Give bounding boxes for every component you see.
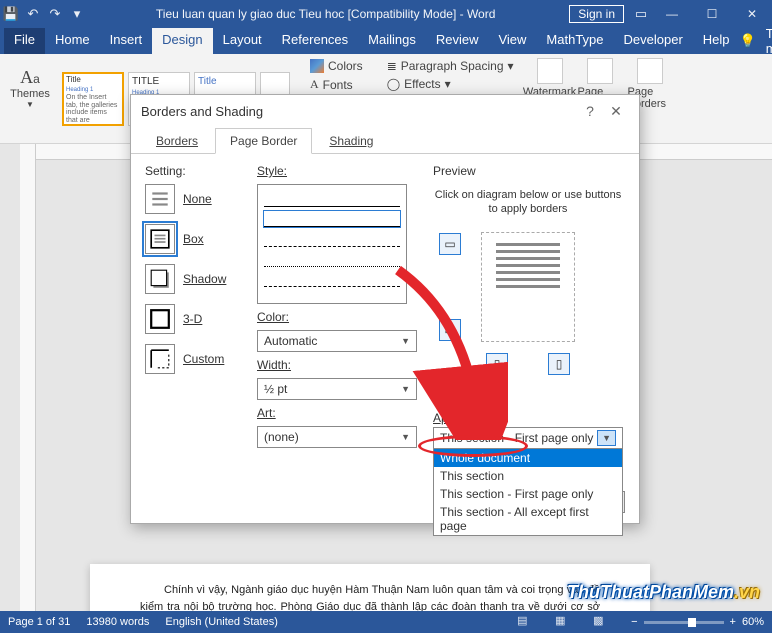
- shadow-icon: [145, 264, 175, 294]
- watermark-button[interactable]: Watermark: [528, 58, 572, 98]
- border-right-button[interactable]: ▯: [548, 353, 570, 375]
- tab-view[interactable]: View: [488, 28, 536, 54]
- themes-icon: Aa: [20, 67, 40, 88]
- maximize-button[interactable]: ☐: [692, 0, 732, 28]
- apply-option-all-except-first[interactable]: This section - All except first page: [434, 503, 622, 535]
- none-icon: [145, 184, 175, 214]
- read-mode-icon[interactable]: ▤: [517, 614, 539, 630]
- zoom-slider[interactable]: − + 60%: [631, 616, 764, 628]
- preview-page[interactable]: [481, 232, 575, 342]
- apply-option-this-section[interactable]: This section: [434, 467, 622, 485]
- apply-option-first-page-only[interactable]: This section - First page only: [434, 485, 622, 503]
- width-dropdown[interactable]: ½ pt▼: [257, 378, 417, 400]
- redo-icon[interactable]: ↷: [44, 6, 66, 22]
- colors-icon: [310, 59, 324, 73]
- tab-references[interactable]: References: [272, 28, 358, 54]
- tab-home[interactable]: Home: [45, 28, 100, 54]
- tab-borders[interactable]: Borders: [141, 128, 213, 154]
- borders-shading-dialog: Borders and Shading ? ✕ Borders Page Bor…: [130, 94, 640, 524]
- tab-page-border[interactable]: Page Border: [215, 128, 312, 154]
- fonts-button[interactable]: AFonts: [306, 76, 367, 93]
- word-count[interactable]: 13980 words: [86, 616, 149, 628]
- preview-hint: Click on diagram below or use buttons to…: [433, 188, 623, 217]
- border-bottom-button[interactable]: ▭: [439, 319, 461, 341]
- style-listbox[interactable]: [257, 184, 407, 304]
- art-label: Art:: [257, 406, 417, 420]
- colors-button[interactable]: Colors: [306, 58, 367, 74]
- paragraph-1: Chính vì vậy, Ngành giáo dục huyện Hàm T…: [140, 582, 600, 611]
- preview-diagram[interactable]: ▭ ▭: [433, 227, 623, 347]
- sign-in-button[interactable]: Sign in: [569, 5, 624, 23]
- tab-layout[interactable]: Layout: [213, 28, 272, 54]
- qat-dropdown-icon[interactable]: ▾: [66, 6, 88, 22]
- apply-to-dropdown[interactable]: This section - First page only▼: [433, 427, 623, 449]
- close-button[interactable]: ✕: [732, 0, 772, 28]
- setting-none[interactable]: None: [145, 184, 241, 214]
- dialog-tabs: Borders Page Border Shading: [131, 127, 639, 154]
- style-label: Style:: [257, 164, 417, 178]
- tab-mathtype[interactable]: MathType: [536, 28, 613, 54]
- title-bar: 💾 ↶ ↷ ▾ Tieu luan quan ly giao duc Tieu …: [0, 0, 772, 28]
- tab-review[interactable]: Review: [426, 28, 489, 54]
- color-dropdown[interactable]: Automatic▼: [257, 330, 417, 352]
- tab-insert[interactable]: Insert: [100, 28, 153, 54]
- apply-to-label: Apply to:: [433, 411, 623, 425]
- tab-help[interactable]: Help: [693, 28, 740, 54]
- tab-design[interactable]: Design: [152, 28, 212, 54]
- status-bar: Page 1 of 31 13980 words English (United…: [0, 611, 772, 633]
- setting-3d[interactable]: 3-D: [145, 304, 241, 334]
- themes-button[interactable]: Aa Themes ▼: [8, 58, 52, 118]
- page-color-icon: [587, 58, 613, 84]
- page-indicator[interactable]: Page 1 of 31: [8, 616, 70, 628]
- tellme-label[interactable]: Tell me: [766, 26, 772, 56]
- web-layout-icon[interactable]: ▩: [593, 614, 615, 630]
- page-content[interactable]: Chính vì vậy, Ngành giáo dục huyện Hàm T…: [90, 564, 650, 611]
- art-dropdown[interactable]: (none)▼: [257, 426, 417, 448]
- preview-label: Preview: [433, 164, 623, 178]
- zoom-level[interactable]: 60%: [742, 616, 764, 628]
- ribbon-tabs: File Home Insert Design Layout Reference…: [0, 28, 772, 54]
- language-indicator[interactable]: English (United States): [165, 616, 278, 628]
- threed-icon: [145, 304, 175, 334]
- tab-mailings[interactable]: Mailings: [358, 28, 426, 54]
- border-left-button[interactable]: ▯: [486, 353, 508, 375]
- box-icon: [145, 224, 175, 254]
- setting-box[interactable]: Box: [145, 224, 241, 254]
- qat: 💾 ↶ ↷ ▾: [0, 6, 88, 22]
- tab-developer[interactable]: Developer: [614, 28, 693, 54]
- setting-shadow[interactable]: Shadow: [145, 264, 241, 294]
- paragraph-spacing-icon: ≣: [387, 59, 397, 73]
- setting-custom[interactable]: Custom: [145, 344, 241, 374]
- color-label: Color:: [257, 310, 417, 324]
- ribbon-options-icon[interactable]: ▭: [630, 6, 652, 22]
- tellme-icon[interactable]: 💡: [740, 33, 756, 49]
- tab-shading[interactable]: Shading: [314, 128, 388, 154]
- fonts-icon: A: [310, 77, 319, 92]
- window-title: Tieu luan quan ly giao duc Tieu hoc [Com…: [88, 7, 563, 21]
- width-label: Width:: [257, 358, 417, 372]
- dialog-title: Borders and Shading: [141, 104, 263, 119]
- minimize-button[interactable]: —: [652, 0, 692, 28]
- page-borders-icon: [637, 58, 663, 84]
- border-top-button[interactable]: ▭: [439, 233, 461, 255]
- paragraph-spacing-button[interactable]: ≣Paragraph Spacing ▾: [383, 58, 518, 74]
- zoom-out-icon[interactable]: −: [631, 616, 637, 628]
- setting-label: Setting:: [145, 164, 241, 178]
- watermark-icon: [537, 58, 563, 84]
- dialog-close-button[interactable]: ✕: [603, 103, 629, 120]
- save-icon[interactable]: 💾: [0, 6, 22, 22]
- undo-icon[interactable]: ↶: [22, 6, 44, 22]
- vertical-ruler[interactable]: [20, 144, 36, 611]
- effects-icon: ◯: [387, 77, 400, 91]
- apply-option-whole-document[interactable]: Whole document: [434, 449, 622, 467]
- effects-button[interactable]: ◯Effects ▾: [383, 76, 518, 92]
- zoom-in-icon[interactable]: +: [730, 616, 736, 628]
- print-layout-icon[interactable]: ▦: [555, 614, 577, 630]
- apply-to-list: Whole document This section This section…: [433, 448, 623, 536]
- dialog-help-button[interactable]: ?: [577, 103, 603, 119]
- style-thumb-1[interactable]: TitleHeading 1On the Insert tab, the gal…: [62, 72, 124, 126]
- tab-file[interactable]: File: [4, 28, 45, 54]
- custom-icon: [145, 344, 175, 374]
